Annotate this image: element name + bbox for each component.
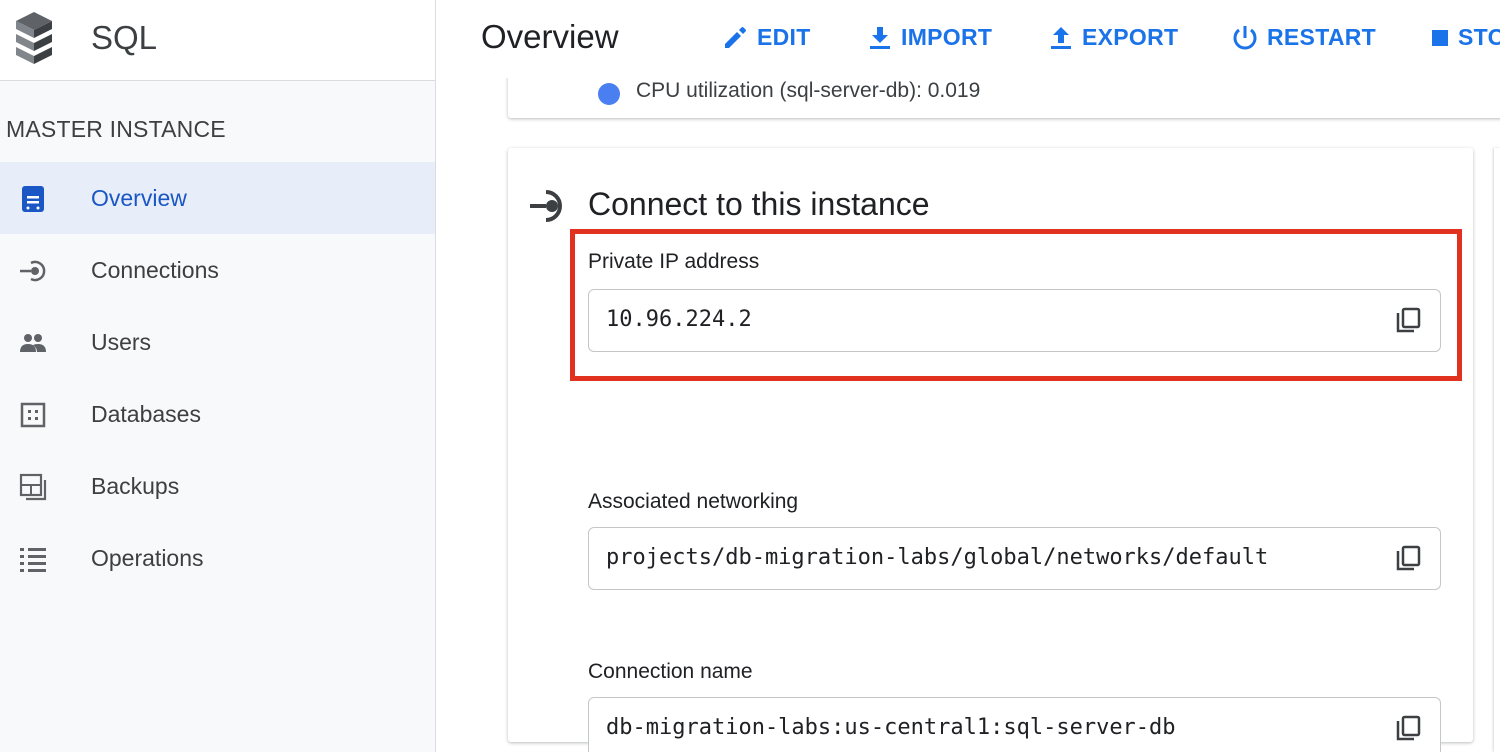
associated-networking-label: Associated networking <box>588 490 799 513</box>
app-title: SQL <box>91 19 158 56</box>
sidebar-item-label: Overview <box>91 185 187 211</box>
connections-icon <box>18 256 48 286</box>
databases-icon <box>18 400 48 430</box>
sql-logo-icon[interactable] <box>12 10 56 66</box>
sidebar-item-label: Operations <box>91 545 204 571</box>
connections-icon <box>530 190 562 222</box>
import-icon <box>870 26 890 49</box>
connection-name-field[interactable]: db-migration-labs:us-central1:sql-server… <box>588 697 1441 752</box>
sidebar-nav: Overview Connections Users Databases Bac… <box>0 162 435 594</box>
edit-button[interactable]: EDIT <box>722 24 811 51</box>
users-icon <box>18 328 48 358</box>
stop-label: STO <box>1458 24 1500 50</box>
copy-icon[interactable] <box>1394 715 1422 743</box>
main-content: CPU utilization (sql-server-db): 0.019 C… <box>437 78 1500 752</box>
export-label: EXPORT <box>1082 24 1179 50</box>
export-button[interactable]: EXPORT <box>1049 24 1178 51</box>
instance-icon <box>18 184 48 214</box>
restart-button[interactable]: RESTART <box>1232 24 1376 51</box>
associated-networking-field[interactable]: projects/db-migration-labs/global/networ… <box>588 527 1441 590</box>
cpu-utilization-text: CPU utilization (sql-server-db): 0.019 <box>636 79 981 102</box>
sidebar-item-databases[interactable]: Databases <box>0 378 435 450</box>
sidebar-item-overview[interactable]: Overview <box>0 162 435 234</box>
sidebar-item-label: Connections <box>91 257 219 283</box>
pencil-icon <box>725 26 746 48</box>
sidebar-item-label: Databases <box>91 401 201 427</box>
page-title: Overview <box>481 18 619 55</box>
sidebar: SQL MASTER INSTANCE Overview Connections… <box>0 0 436 752</box>
connection-name-value[interactable]: db-migration-labs:us-central1:sql-server… <box>606 715 1176 740</box>
edit-label: EDIT <box>757 24 811 50</box>
associated-networking-value[interactable]: projects/db-migration-labs/global/networ… <box>606 545 1268 570</box>
sidebar-item-connections[interactable]: Connections <box>0 234 435 306</box>
operations-icon <box>18 544 48 574</box>
sidebar-item-users[interactable]: Users <box>0 306 435 378</box>
stop-button[interactable]: STO <box>1431 24 1500 51</box>
backups-icon <box>18 472 48 502</box>
sidebar-item-backups[interactable]: Backups <box>0 450 435 522</box>
copy-icon[interactable] <box>1394 545 1422 573</box>
restart-label: RESTART <box>1267 24 1377 50</box>
legend-dot <box>598 83 620 105</box>
export-icon <box>1051 26 1071 49</box>
sidebar-item-operations[interactable]: Operations <box>0 522 435 594</box>
power-icon <box>1233 25 1257 49</box>
section-heading: MASTER INSTANCE <box>6 116 226 142</box>
adjacent-card-edge <box>1494 148 1500 752</box>
sidebar-item-label: Users <box>91 329 152 355</box>
brand-bar: SQL <box>0 0 435 81</box>
connect-card-title: Connect to this instance <box>588 186 930 222</box>
top-action-bar: Overview EDIT IMPORT EXPORT RESTART STO <box>437 0 1500 78</box>
import-button[interactable]: IMPORT <box>868 24 992 51</box>
stop-icon <box>1432 29 1448 46</box>
cpu-metric-card: CPU utilization (sql-server-db): 0.019 <box>508 78 1500 118</box>
import-label: IMPORT <box>901 24 993 50</box>
sidebar-item-label: Backups <box>91 473 180 499</box>
highlight-annotation <box>570 229 1462 381</box>
connection-name-label: Connection name <box>588 660 753 683</box>
